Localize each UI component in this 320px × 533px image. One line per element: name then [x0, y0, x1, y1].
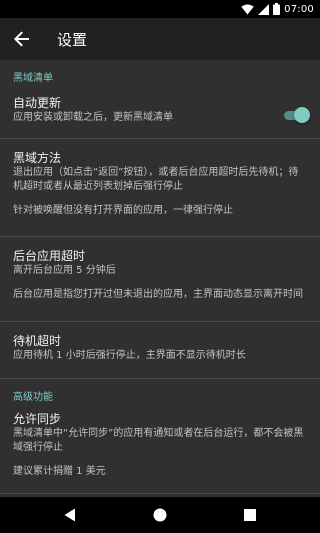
app-bar: 设置 — [0, 18, 320, 60]
navigation-bar — [0, 497, 320, 533]
pref-allow-sync-title: 允许同步 — [13, 412, 62, 426]
pref-auto-update-title: 自动更新 — [13, 96, 62, 110]
pref-background-timeout-title: 后台应用超时 — [13, 249, 86, 263]
section-header-advanced: 高级功能 — [13, 392, 53, 403]
battery-icon — [273, 3, 281, 15]
status-bar: 07:00 — [0, 0, 320, 18]
pref-background-timeout-summary: 离开后台应用 5 分钟后 — [13, 265, 116, 276]
nav-recents-button[interactable] — [230, 497, 270, 533]
signal-icon — [258, 3, 270, 15]
section-header-blacklist: 黑域清单 — [13, 73, 53, 84]
pref-method-note: 针对被唤醒但没有打开界面的应用，一律强行停止 — [13, 205, 233, 216]
wifi-icon — [241, 4, 254, 14]
status-time: 07:00 — [284, 3, 314, 15]
arrow-back-icon — [14, 31, 29, 47]
pref-background-timeout[interactable]: 后台应用超时 离开后台应用 5 分钟后 后台应用是指您打开过但未退出的应用，主界… — [0, 237, 320, 321]
nav-home-button[interactable] — [140, 497, 180, 533]
pref-method-title: 黑域方法 — [13, 151, 62, 165]
pref-allow-sync-note: 建议累计捐赠 1 美元 — [13, 466, 106, 477]
pref-auto-update[interactable]: 自动更新 应用安装或卸载之后，更新黑域清单 — [0, 92, 320, 136]
home-circle-icon — [153, 508, 167, 522]
pref-standby-timeout-title: 待机超时 — [13, 334, 62, 348]
pref-method[interactable]: 黑域方法 退出应用（如点击“返回”按钮），或者后台应用超时后先待机；待机超时或者… — [0, 139, 320, 236]
page-title: 设置 — [57, 31, 88, 49]
back-triangle-icon — [64, 508, 75, 522]
pref-auto-update-summary: 应用安装或卸载之后，更新黑域清单 — [13, 112, 173, 123]
pref-standby-timeout[interactable]: 待机超时 应用待机 1 小时后强行停止，主界面不显示待机时长 — [0, 322, 320, 378]
recents-square-icon — [244, 509, 256, 521]
back-button[interactable] — [10, 27, 34, 51]
status-icons: 07:00 — [241, 2, 314, 16]
switch-thumb — [294, 107, 310, 123]
pref-allow-sync-summary: 黑域清单中“允许同步”的应用有通知或者在后台运行，都不会被黑域强行停止 — [13, 428, 304, 453]
pref-standby-timeout-summary: 应用待机 1 小时后强行停止，主界面不显示待机时长 — [13, 350, 246, 361]
pref-method-summary: 退出应用（如点击“返回”按钮），或者后台应用超时后先待机；待机超时或者从最近列表… — [13, 167, 299, 192]
pref-allow-sync[interactable]: 允许同步 黑域清单中“允许同步”的应用有通知或者在后台运行，都不会被黑域强行停止… — [0, 409, 320, 493]
pref-background-timeout-note: 后台应用是指您打开过但未退出的应用，主界面动态显示离开时间 — [13, 289, 303, 300]
auto-update-switch[interactable] — [282, 107, 310, 123]
settings-list[interactable]: 黑域清单 自动更新 应用安装或卸载之后，更新黑域清单 黑域方法 退出应用（如点击… — [0, 60, 320, 497]
divider — [0, 493, 320, 494]
nav-back-button[interactable] — [50, 497, 90, 533]
